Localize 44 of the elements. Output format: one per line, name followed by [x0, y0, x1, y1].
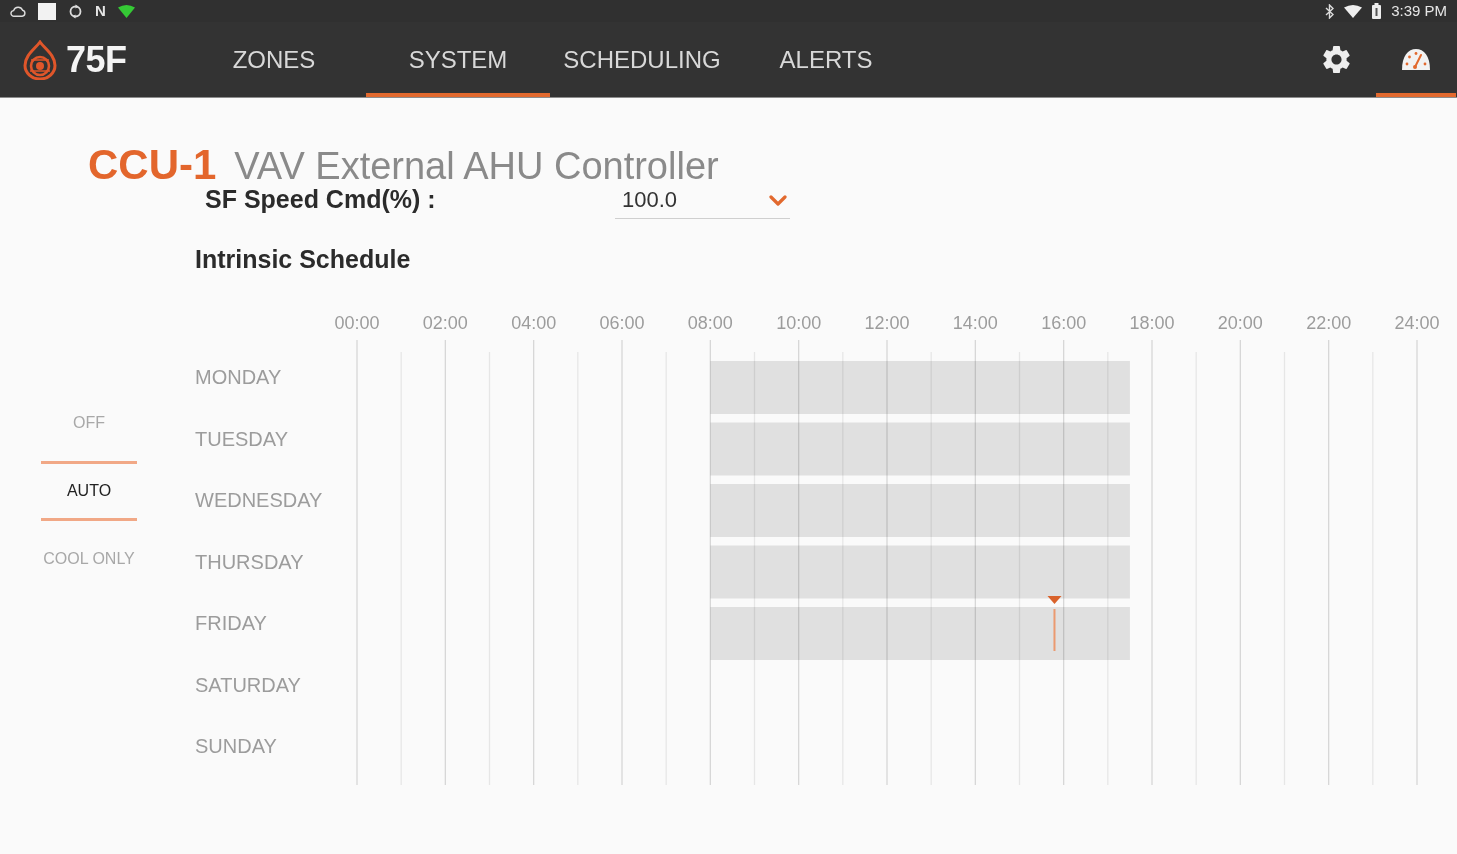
- time-label: 12:00: [864, 313, 910, 333]
- wifi-icon: [117, 4, 135, 18]
- time-label: 22:00: [1306, 313, 1352, 333]
- nav-tab[interactable]: SYSTEM: [366, 22, 550, 97]
- nav-tab[interactable]: SCHEDULING: [550, 22, 734, 97]
- wifi-icon: [1344, 4, 1363, 18]
- battery-icon: [1372, 3, 1382, 19]
- time-label: 06:00: [599, 313, 645, 333]
- brand-name: 75F: [66, 39, 127, 80]
- page-title: VAV External AHU Controller: [234, 146, 719, 186]
- field-label: SF Speed Cmd(%) :: [205, 185, 437, 213]
- nav-tab[interactable]: ALERTS: [734, 22, 918, 97]
- day-label: SATURDAY: [195, 673, 301, 696]
- time-label: 20:00: [1217, 313, 1263, 333]
- nfc-icon: N: [95, 3, 106, 19]
- day-label: MONDAY: [195, 366, 282, 388]
- sync-icon: [68, 3, 83, 19]
- cloud-icon: [10, 5, 26, 17]
- time-label: 04:00: [511, 313, 557, 333]
- day-label: SUNDAY: [195, 735, 277, 757]
- time-label: 10:00: [776, 313, 822, 333]
- settings-icon: [1322, 46, 1350, 73]
- time-label: 24:00: [1394, 313, 1440, 333]
- time-label: 14:00: [952, 313, 998, 333]
- section-title: Intrinsic Schedule: [195, 245, 411, 273]
- speed-dropdown[interactable]: 100.0: [615, 185, 790, 219]
- square-icon: [38, 2, 56, 20]
- day-label: WEDNESDAY: [195, 489, 323, 511]
- time-label: 18:00: [1129, 313, 1175, 333]
- chevron-down-icon: [769, 194, 787, 206]
- time-label: 08:00: [687, 313, 733, 333]
- time-label: 16:00: [1041, 313, 1087, 333]
- time-label: 02:00: [422, 313, 468, 333]
- clock-time: 3:39 PM: [1391, 3, 1447, 19]
- day-label: TUESDAY: [195, 427, 288, 450]
- bluetooth-icon: [1325, 3, 1335, 19]
- nav-tab[interactable]: ZONES: [182, 22, 366, 97]
- mode-option[interactable]: AUTO: [41, 461, 137, 521]
- day-label: FRIDAY: [195, 612, 267, 634]
- device-name: CCU-1: [88, 145, 217, 185]
- time-label: 00:00: [334, 313, 380, 333]
- day-label: THURSDAY: [195, 550, 304, 573]
- logo-icon: [22, 39, 58, 80]
- gauge-icon: [1401, 48, 1431, 71]
